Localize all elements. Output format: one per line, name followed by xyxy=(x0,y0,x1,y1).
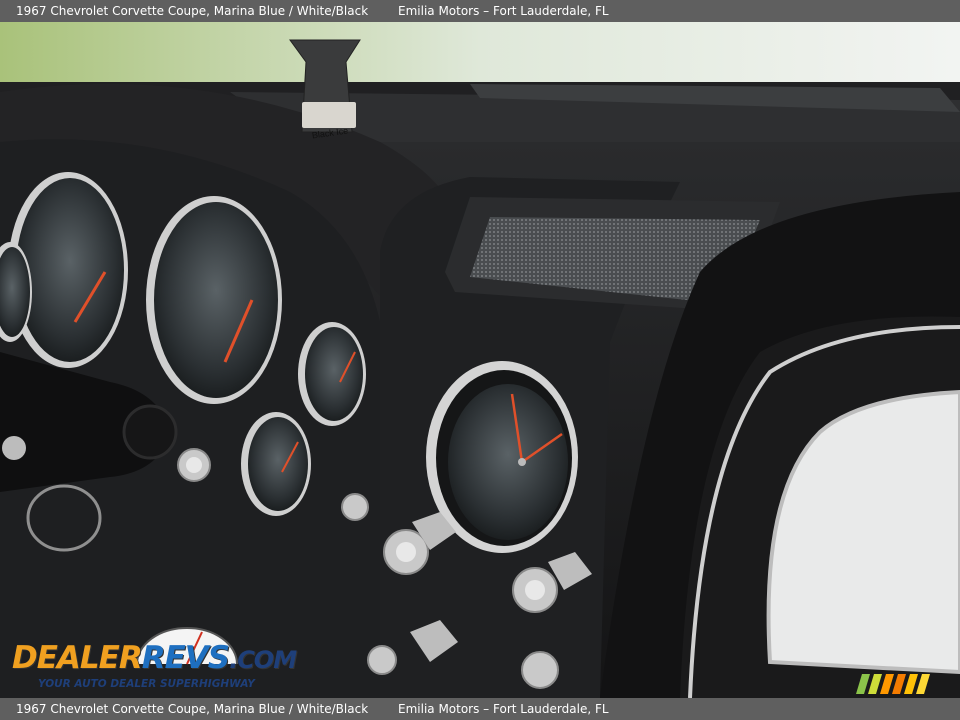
speedometer-gauge xyxy=(146,196,282,404)
small-gauge-right xyxy=(298,322,366,426)
brand-stripes-icon xyxy=(856,674,930,694)
small-gauge-lower xyxy=(241,412,311,516)
footer-bar: 1967 Chevrolet Corvette Coupe, Marina Bl… xyxy=(0,698,960,720)
watermark-tagline: YOUR AUTO DEALER SUPERHIGHWAY xyxy=(38,678,255,690)
footer-dealer-name: Emilia Motors – Fort Lauderdale, FL xyxy=(398,702,609,716)
header-bar: 1967 Chevrolet Corvette Coupe, Marina Bl… xyxy=(0,0,960,22)
watermark-logo: DEALERREVS.COM YOUR AUTO DEALER SUPERHIG… xyxy=(12,624,297,694)
footer-vehicle-title: 1967 Chevrolet Corvette Coupe, Marina Bl… xyxy=(16,702,369,716)
dealer-name: Emilia Motors – Fort Lauderdale, FL xyxy=(398,4,609,18)
watermark-brand-dealer: DEALER xyxy=(12,640,143,676)
vehicle-title: 1967 Chevrolet Corvette Coupe, Marina Bl… xyxy=(16,4,369,18)
vehicle-photo: Black Ice xyxy=(0,22,960,698)
watermark-brand-com: .COM xyxy=(229,646,297,674)
watermark-brand: DEALERREVS.COM xyxy=(12,640,297,676)
watermark-brand-revs: REVS xyxy=(141,640,230,676)
